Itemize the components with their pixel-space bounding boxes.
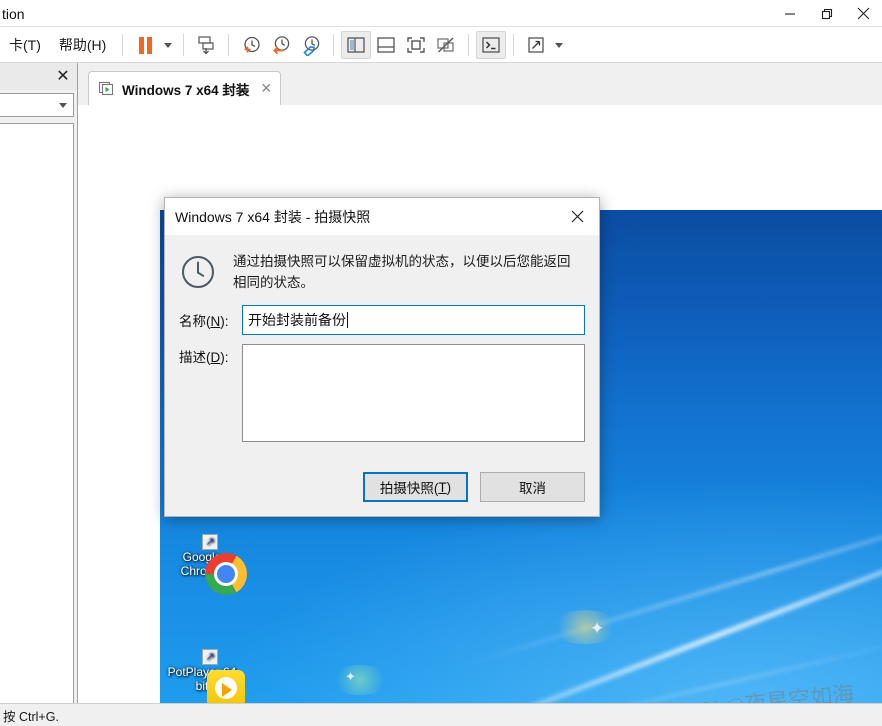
take-snapshot-button[interactable] — [236, 31, 266, 59]
terminal-icon — [482, 37, 500, 53]
dialog-body: 通过拍摄快照可以保留虚拟机的状态，以便以后您能返回相同的状态。 名称(N): 开… — [165, 235, 599, 502]
console-button[interactable] — [476, 31, 507, 59]
snapshot-description-row: 描述(D): — [165, 335, 599, 442]
library-filter-dropdown[interactable] — [0, 93, 74, 117]
vm-tab[interactable]: Windows 7 x64 封装 ✕ — [88, 71, 282, 105]
snapshot-manager-icon — [198, 36, 214, 55]
wallpaper-glow — [550, 610, 620, 644]
pause-vm-button[interactable] — [130, 31, 160, 59]
pause-icon — [138, 36, 152, 54]
library-header: ✕ — [0, 63, 77, 90]
wallpaper-sparkle: ✦ — [345, 669, 356, 684]
wallpaper-sparkle: ✦ — [590, 619, 605, 638]
show-library-button[interactable] — [341, 31, 372, 59]
clock-wrench-icon — [303, 36, 320, 56]
vm-tab-close-icon[interactable]: ✕ — [256, 80, 272, 97]
take-snapshot-confirm-button[interactable]: 拍摄快照(T) — [363, 472, 468, 502]
status-bar-text: 按 Ctrl+G. — [3, 709, 59, 724]
unity-mode-button[interactable] — [431, 31, 461, 59]
revert-snapshot-button[interactable] — [266, 31, 296, 59]
window-titlebar: tion — [0, 0, 882, 27]
shortcut-overlay-icon: ↗ — [202, 649, 218, 665]
minimize-icon[interactable] — [771, 0, 808, 27]
dialog-buttons: 拍摄快照(T) 取消 — [363, 472, 585, 502]
take-snapshot-dialog[interactable]: Windows 7 x64 封装 - 拍摄快照 通过拍摄快照可以保留虚拟机的状态… — [164, 197, 600, 517]
window-title: tion — [2, 5, 25, 22]
stretch-guest-button[interactable] — [521, 31, 551, 59]
fullscreen-icon — [407, 37, 426, 53]
dialog-title: Windows 7 x64 封装 - 拍摄快照 — [175, 208, 371, 225]
panel-bottom-icon — [377, 37, 395, 53]
clock-icon — [179, 253, 217, 291]
stretch-icon — [528, 37, 544, 53]
toolbar-divider-6 — [513, 34, 515, 56]
toolbar-divider-4 — [333, 34, 335, 56]
snapshot-manager-button[interactable] — [296, 31, 326, 59]
snapshot-description-label: 描述(D): — [179, 350, 229, 365]
wallpaper-glow — [330, 665, 390, 695]
snapshot-name-label: 名称(N): — [179, 314, 229, 329]
menu-item-help[interactable]: 帮助(H) — [50, 27, 115, 63]
vm-running-icon — [98, 81, 115, 96]
manage-snapshots-button[interactable] — [191, 31, 221, 59]
library-tree[interactable] — [0, 123, 74, 703]
snapshot-name-row: 名称(N): 开始封装前备份 — [165, 299, 599, 335]
menu-toolbar-row: 卡(T) 帮助(H) — [0, 27, 882, 63]
toolbar-divider-2 — [183, 34, 185, 56]
full-screen-button[interactable] — [401, 31, 431, 59]
vm-tab-title: Windows 7 x64 封装 — [122, 82, 250, 98]
stretch-dropdown-button[interactable] — [551, 31, 567, 59]
status-bar: 按 Ctrl+G. — [0, 703, 882, 726]
snapshot-name-value: 开始封装前备份 — [248, 312, 347, 328]
dialog-message: 通过拍摄快照可以保留虚拟机的状态，以便以后您能返回相同的状态。 — [233, 254, 571, 290]
cancel-button[interactable]: 取消 — [480, 472, 585, 502]
vm-tab-strip: Windows 7 x64 封装 ✕ — [78, 63, 882, 105]
desktop-icon-google-chrome[interactable]: ↗ Google Chrome — [160, 534, 247, 595]
toolbar-divider-3 — [228, 34, 230, 56]
library-close-icon[interactable]: ✕ — [54, 67, 72, 85]
toolbar-divider-5 — [468, 34, 470, 56]
dialog-titlebar: Windows 7 x64 封装 - 拍摄快照 — [165, 198, 599, 235]
window-controls — [771, 0, 882, 27]
shortcut-overlay-icon: ↗ — [202, 534, 218, 550]
snapshot-description-input[interactable] — [242, 344, 585, 442]
panel-left-icon — [347, 37, 365, 53]
show-thumbnail-bar-button[interactable] — [371, 31, 401, 59]
chevron-down-icon — [555, 42, 564, 48]
library-sidebar: ✕ — [0, 63, 78, 703]
snapshot-name-input[interactable]: 开始封装前备份 — [242, 305, 585, 335]
chevron-down-icon — [164, 42, 173, 48]
desktop-icon-potplayer[interactable]: ↗ PotPlayer 64 bit — [160, 649, 245, 708]
clock-plus-icon — [244, 36, 260, 53]
wallpaper-ray — [360, 497, 882, 726]
dialog-close-icon[interactable] — [555, 198, 599, 235]
menu-item-tabs[interactable]: 卡(T) — [0, 27, 50, 63]
pause-dropdown-button[interactable] — [160, 31, 176, 59]
toolbar-divider — [122, 34, 124, 56]
text-caret — [347, 312, 349, 328]
chevron-down-icon — [59, 102, 67, 108]
dialog-message-row: 通过拍摄快照可以保留虚拟机的状态，以便以后您能返回相同的状态。 — [165, 235, 599, 299]
close-icon[interactable] — [845, 0, 882, 27]
clock-back-icon — [273, 36, 290, 55]
restore-icon[interactable] — [808, 0, 845, 27]
unity-off-icon — [437, 37, 454, 53]
